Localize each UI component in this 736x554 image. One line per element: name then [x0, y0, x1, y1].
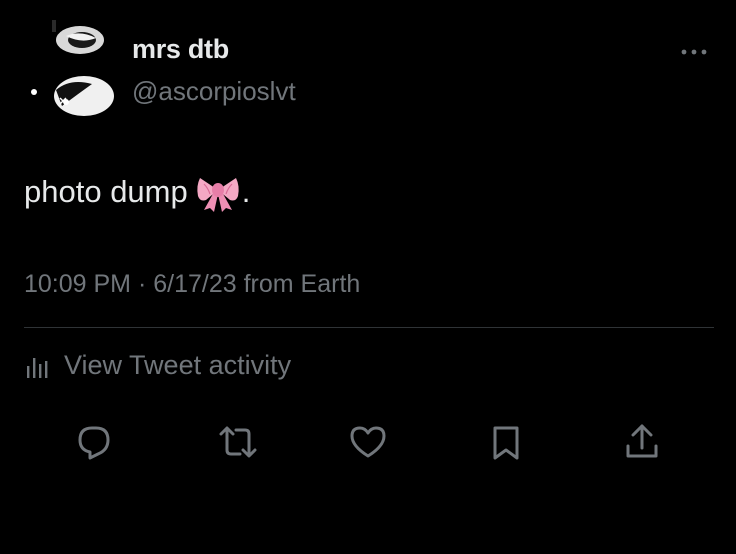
retweet-button[interactable] [216, 420, 260, 464]
share-upload-icon [626, 424, 658, 458]
ribbon-bow-icon [196, 172, 240, 212]
divider [24, 327, 714, 328]
tweet-text-suffix: . [241, 174, 251, 209]
bookmark-button[interactable] [484, 420, 528, 464]
reply-bubble-icon [78, 426, 110, 460]
bookmark-icon [493, 426, 519, 460]
reply-button[interactable] [72, 420, 116, 464]
view-tweet-activity-label: View Tweet activity [64, 350, 292, 380]
share-button[interactable] [620, 420, 664, 464]
like-button[interactable] [346, 420, 390, 464]
tweet-card: mrs dtb @ascorpioslvt photo dump . 10:09… [0, 0, 736, 554]
tweet-text: photo dump . [24, 172, 250, 212]
view-tweet-activity-link[interactable]: View Tweet activity [24, 350, 291, 381]
user-handle[interactable]: @ascorpioslvt [132, 76, 296, 107]
avatar[interactable] [22, 20, 118, 120]
more-options-button[interactable] [676, 42, 712, 62]
tweet-text-body: photo dump [24, 174, 188, 209]
tweet-date[interactable]: 6/17/23 [153, 270, 236, 298]
tweet-time[interactable]: 10:09 PM [24, 270, 131, 298]
bar-chart-icon [24, 352, 52, 380]
display-name[interactable]: mrs dtb [132, 34, 229, 65]
more-dots-icon [681, 49, 707, 55]
timestamp-separator: · [131, 270, 154, 298]
timestamp-row: 10:09 PM · 6/17/23 from Earth [24, 270, 360, 299]
tweet-source: from Earth [236, 270, 361, 298]
retweet-icon [219, 426, 257, 458]
heart-icon [350, 426, 386, 458]
